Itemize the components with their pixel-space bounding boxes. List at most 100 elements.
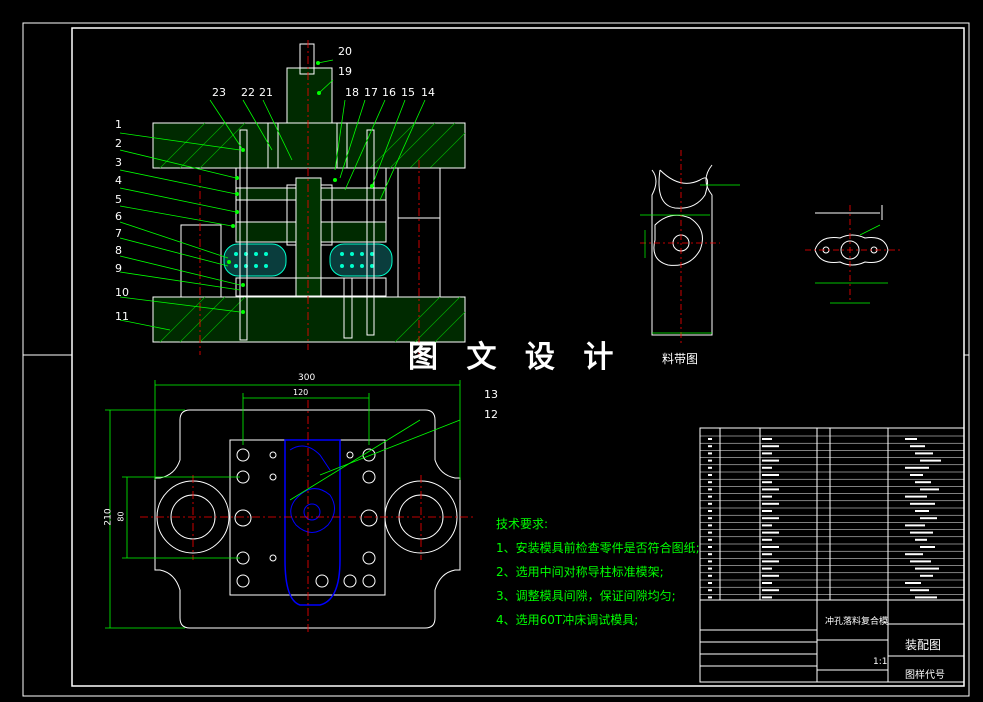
part-name: 冲孔落料复合模 <box>825 617 889 627</box>
parts-list-mark <box>708 481 712 484</box>
parts-list-mark <box>762 589 779 592</box>
parts-list-mark <box>708 474 712 476</box>
callout-number: 7 <box>115 227 122 240</box>
parts-list-mark <box>708 574 712 577</box>
dim-210: 210 <box>103 508 114 526</box>
technical-requirements: 技术要求: 1、安装模具前检查零件是否符合图纸; 2、选用中间对称导柱标准模架;… <box>496 512 700 632</box>
parts-list-mark <box>920 488 939 491</box>
parts-list-mark <box>762 531 779 534</box>
rubber-spring-right <box>329 243 393 277</box>
tech-item: 2、选用中间对称导柱标准模架; <box>496 565 664 579</box>
parts-list-mark <box>762 452 772 455</box>
parts-list-text <box>708 438 941 599</box>
parts-list-mark <box>762 474 779 476</box>
parts-list-mark <box>708 538 712 541</box>
parts-list-mark <box>905 466 929 469</box>
parts-list-mark <box>708 459 712 462</box>
callout-number: 5 <box>115 193 122 206</box>
parts-list-mark <box>920 517 937 520</box>
parts-list-mark <box>910 474 923 476</box>
rubber-spring-left <box>223 243 287 277</box>
callout-number: 18 <box>345 86 359 99</box>
tech-item: 1、安装模具前检查零件是否符合图纸; <box>496 541 700 555</box>
part-drawing <box>805 205 900 304</box>
parts-list-mark <box>915 452 933 455</box>
parts-list-mark <box>708 517 712 520</box>
callout-number: 13 <box>484 388 498 401</box>
parts-list-mark <box>708 445 712 448</box>
parts-list-mark <box>905 582 921 584</box>
parts-list-mark <box>915 567 939 570</box>
strip-layout <box>640 150 740 345</box>
parts-list-mark <box>905 495 927 498</box>
callout-number: 23 <box>212 86 226 99</box>
parts-list-mark <box>708 546 712 548</box>
parts-list-mark <box>762 553 772 556</box>
parts-list-mark <box>708 495 712 498</box>
callout-number: 10 <box>115 286 129 299</box>
callout-number: 17 <box>364 86 378 99</box>
parts-list-mark <box>762 438 772 440</box>
plan-view <box>105 380 475 635</box>
parts-list-mark <box>762 524 772 527</box>
parts-list-mark <box>910 445 925 448</box>
parts-list-mark <box>915 481 931 484</box>
parts-list-mark <box>708 438 712 440</box>
callout-number: 12 <box>484 408 498 421</box>
parts-list-mark <box>910 560 931 563</box>
watermark: 图 文 设 计 <box>408 340 623 375</box>
parts-list-mark <box>708 553 712 556</box>
parts-list-mark <box>708 531 712 534</box>
tech-item: 3、调整模具间隙，保证间隙均匀; <box>496 589 676 603</box>
callout-number: 8 <box>115 244 122 257</box>
parts-list-mark <box>762 445 779 448</box>
parts-list-mark <box>910 531 933 534</box>
parts-list-mark <box>762 459 779 462</box>
dim-300: 300 <box>298 373 316 383</box>
callout-number: 16 <box>382 86 396 99</box>
parts-list-mark <box>762 538 772 541</box>
tech-heading: 技术要求: <box>496 517 549 531</box>
parts-list-mark <box>920 459 941 462</box>
strip-title: 料带图 <box>662 352 699 366</box>
parts-list-mark <box>708 582 712 584</box>
parts-list-mark <box>708 502 712 505</box>
parts-list-mark <box>708 560 712 563</box>
parts-list-mark <box>762 466 772 469</box>
parts-list-mark <box>762 546 779 548</box>
callout-number: 1 <box>115 118 122 131</box>
callout-number: 19 <box>338 65 352 78</box>
parts-list-mark <box>762 502 779 505</box>
scale: 1:1 <box>873 657 888 667</box>
drawing-code: 图样代号 <box>905 670 945 681</box>
callout-number: 4 <box>115 174 122 187</box>
parts-list-mark <box>905 524 925 527</box>
parts-list-mark <box>762 560 779 563</box>
callout-number: 3 <box>115 156 122 169</box>
parts-list-mark <box>762 488 779 491</box>
parts-list-mark <box>920 546 935 548</box>
callout-number: 21 <box>259 86 273 99</box>
parts-list-mark <box>915 510 929 512</box>
parts-list-mark <box>708 488 712 491</box>
callout-number: 20 <box>338 45 352 58</box>
callout-number: 14 <box>421 86 435 99</box>
parts-list-mark <box>910 589 929 592</box>
strip-part-plan <box>284 439 341 606</box>
parts-list-mark <box>920 574 933 577</box>
parts-list-mark <box>708 589 712 592</box>
parts-list-mark <box>762 481 772 484</box>
parts-list-mark <box>762 517 779 520</box>
dim-120: 120 <box>293 388 309 397</box>
parts-list-mark <box>915 538 927 541</box>
callout-number: 9 <box>115 262 122 275</box>
parts-list-mark <box>910 502 935 505</box>
parts-list-mark <box>905 553 923 556</box>
tech-item: 4、选用60T冲床调试模具; <box>496 613 639 627</box>
parts-list-mark <box>708 510 712 512</box>
parts-list-mark <box>915 596 937 599</box>
parts-list-mark <box>708 466 712 469</box>
parts-list-mark <box>762 510 772 512</box>
callout-number: 22 <box>241 86 255 99</box>
parts-list-mark <box>708 567 712 570</box>
